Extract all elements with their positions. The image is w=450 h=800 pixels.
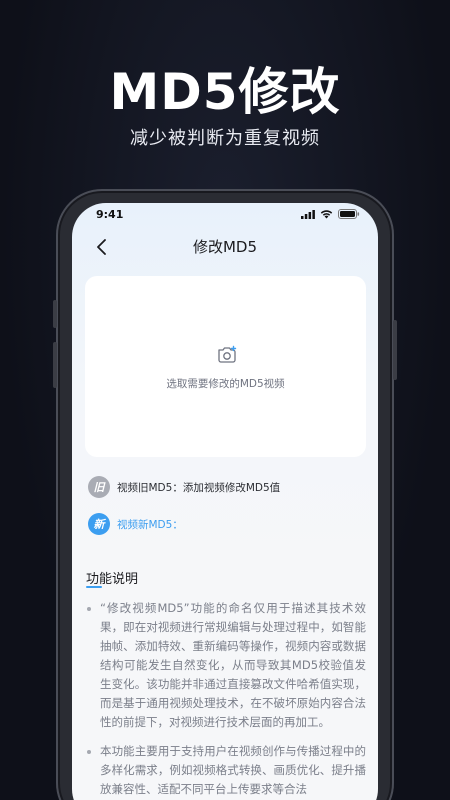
upload-hint: 选取需要修改的MD5视频 <box>166 378 285 390</box>
bullet-icon <box>87 750 91 754</box>
phone-side-button <box>53 342 57 388</box>
phone-side-button <box>53 300 57 328</box>
old-md5-text: 视频旧MD5：添加视频修改MD5值 <box>117 481 281 494</box>
battery-icon <box>338 209 360 219</box>
old-badge-icon: 旧 <box>88 476 110 498</box>
new-md5-text: 视频新MD5： <box>117 518 183 531</box>
bullet-icon <box>87 607 91 611</box>
section-title: 功能说明 <box>86 572 139 587</box>
hero-subtitle: 减少被判断为重复视频 <box>130 128 320 149</box>
page-title: 修改MD5 <box>192 238 258 256</box>
status-bar: 9:41 <box>72 203 378 227</box>
phone-screen: 9:41 修改MD5 选取需要修改的MD5视频 旧 视频旧MD5：添加视频修改M… <box>72 203 378 800</box>
new-badge-icon: 新 <box>88 513 110 535</box>
old-md5-row: 旧 视频旧MD5：添加视频修改MD5值 <box>88 476 280 498</box>
wifi-icon <box>320 210 333 219</box>
phone-side-button <box>393 320 397 380</box>
status-icons <box>301 209 360 219</box>
list-item: “修改视频MD5”功能的命名仅用于描述其技术效果，即在对视频进行常规编辑与处理过… <box>86 599 366 732</box>
description-text: 本功能主要用于支持用户在视频创作与传播过程中的多样化需求，例如视频格式转换、画质… <box>100 744 366 796</box>
signal-icon <box>301 209 315 219</box>
camera-plus-icon <box>218 345 237 363</box>
description-text: “修改视频MD5”功能的命名仅用于描述其技术效果，即在对视频进行常规编辑与处理过… <box>100 601 366 729</box>
list-item: 本功能主要用于支持用户在视频创作与传播过程中的多样化需求，例如视频格式转换、画质… <box>86 742 366 799</box>
nav-bar: 修改MD5 <box>72 233 378 263</box>
section-underline <box>86 586 102 588</box>
status-time: 9:41 <box>96 208 124 221</box>
video-upload-area[interactable]: 选取需要修改的MD5视频 <box>85 276 366 457</box>
new-md5-row: 新 视频新MD5： <box>88 513 183 535</box>
hero-title: MD5修改 <box>109 63 341 121</box>
description-list: “修改视频MD5”功能的命名仅用于描述其技术效果，即在对视频进行常规编辑与处理过… <box>86 599 366 800</box>
